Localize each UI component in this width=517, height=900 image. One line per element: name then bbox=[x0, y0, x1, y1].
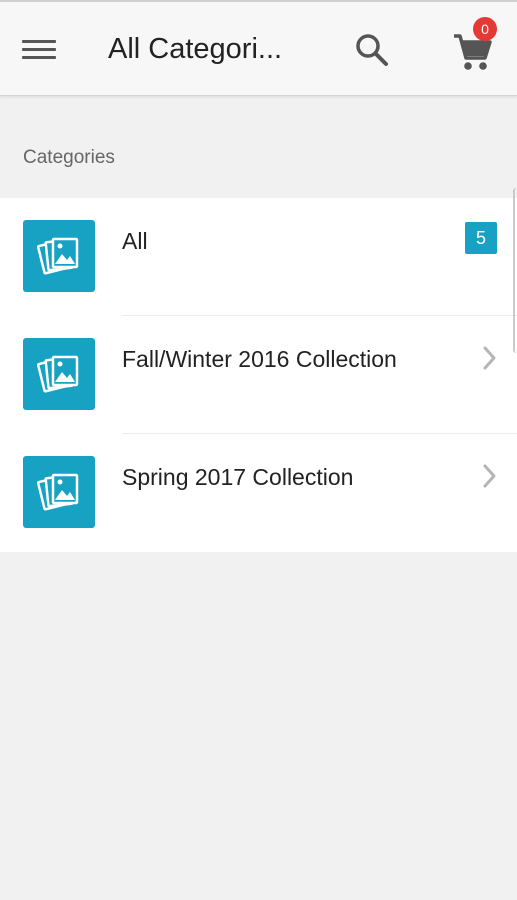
section-title: Categories bbox=[23, 147, 115, 168]
category-label: Spring 2017 Collection bbox=[122, 464, 354, 490]
category-label: All bbox=[122, 228, 148, 254]
search-icon[interactable] bbox=[352, 30, 392, 70]
category-list: All 5 Fall/Winter 2016 Collection Spring… bbox=[0, 198, 517, 552]
scrollbar-edge[interactable] bbox=[513, 188, 517, 353]
cart-count-badge: 0 bbox=[473, 17, 497, 41]
page-title: All Categori... bbox=[108, 33, 283, 65]
image-gallery-icon bbox=[23, 456, 95, 528]
category-label: Fall/Winter 2016 Collection bbox=[122, 346, 397, 372]
category-item-fall-winter-2016[interactable]: Fall/Winter 2016 Collection bbox=[0, 316, 517, 434]
hamburger-menu-icon[interactable] bbox=[22, 38, 56, 62]
chevron-right-icon bbox=[483, 464, 496, 488]
image-gallery-icon bbox=[23, 220, 95, 292]
app-toolbar: All Categori... 0 bbox=[0, 0, 517, 96]
category-item-all[interactable]: All 5 bbox=[0, 198, 517, 316]
count-badge: 5 bbox=[465, 222, 497, 254]
image-gallery-icon bbox=[23, 338, 95, 410]
category-item-spring-2017[interactable]: Spring 2017 Collection bbox=[0, 434, 517, 552]
chevron-right-icon bbox=[483, 346, 496, 370]
